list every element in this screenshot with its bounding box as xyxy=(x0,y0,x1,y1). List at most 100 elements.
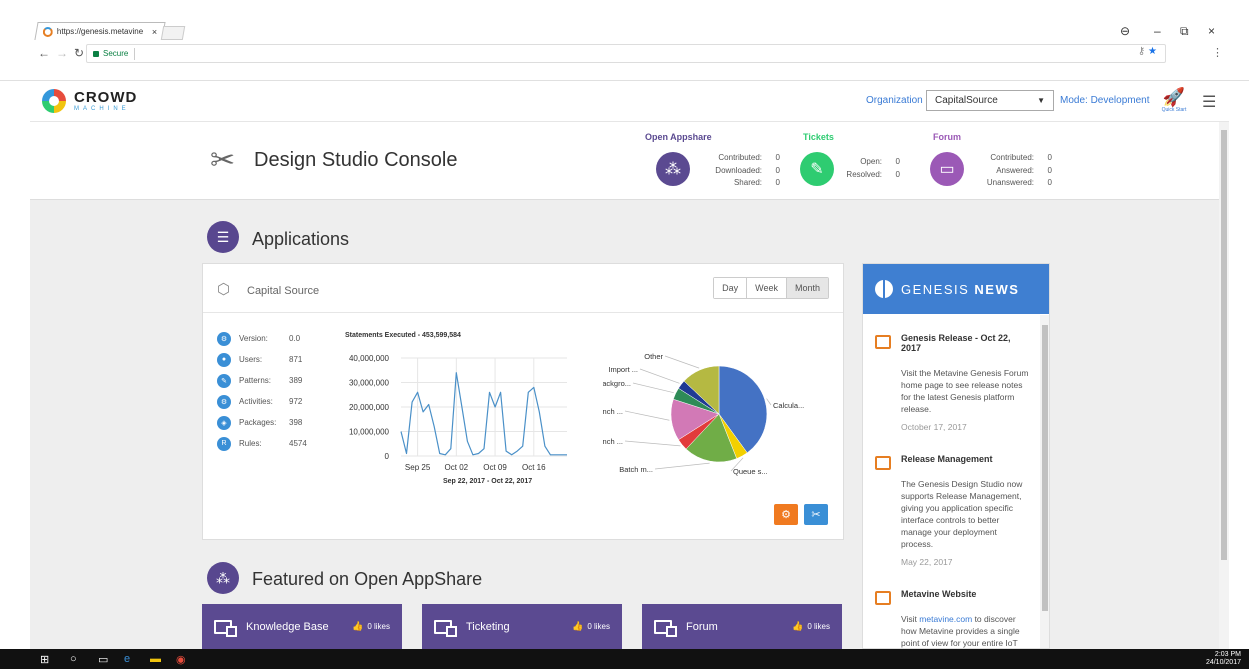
metric-value: 398 xyxy=(289,418,303,427)
design-tools-icon: ✂ xyxy=(210,144,236,177)
news-item-title[interactable]: Release Management xyxy=(901,454,1031,464)
taskbar-clock[interactable]: 2:03 PM 24/10/2017 xyxy=(1206,651,1241,667)
pie-leader xyxy=(654,462,710,470)
tab-close-icon[interactable]: × xyxy=(152,27,157,37)
news-item-text: Visit the Metavine Genesis Forum home pa… xyxy=(901,368,1029,414)
metric-value: 0.0 xyxy=(289,334,301,343)
y-tick-label: 10,000,000 xyxy=(349,428,390,437)
period-week-button[interactable]: Week xyxy=(746,278,786,298)
metric-label: Packages: xyxy=(239,418,277,427)
secure-label: Secure xyxy=(103,49,129,58)
statements-line-chart: 0 10,000,000 20,000,000 30,000,000 40,000,00… xyxy=(349,354,567,472)
tools-action-button[interactable]: ✂ xyxy=(804,504,828,525)
new-tab-button[interactable] xyxy=(160,26,186,40)
pie-leader xyxy=(639,368,680,384)
forward-icon[interactable]: → xyxy=(56,46,68,60)
mode-link[interactable]: Mode: Development xyxy=(1060,95,1150,106)
star-icon[interactable]: ★ xyxy=(1148,46,1157,57)
search-icon[interactable]: ○ xyxy=(70,653,77,665)
monitor-icon xyxy=(434,619,457,637)
appshare-icon[interactable]: ⁂ xyxy=(656,152,690,186)
metric-label: Activities: xyxy=(239,397,273,406)
application-card: ⬡ Capital Source Day Week Month ⚙ Version… xyxy=(202,263,844,540)
quick-start-button[interactable]: 🚀 Quick Start xyxy=(1154,87,1194,113)
pie-label: Queue s... xyxy=(733,467,768,476)
period-month-button[interactable]: Month xyxy=(785,278,828,298)
metavine-link[interactable]: metavine.com xyxy=(919,614,972,624)
metric-value: 871 xyxy=(289,355,303,364)
metric-packages: ◈ Packages: 398 xyxy=(217,412,307,433)
metric-label: Rules: xyxy=(239,439,262,448)
tv-icon xyxy=(875,591,891,605)
featured-card-label: Knowledge Base xyxy=(246,620,329,633)
y-tick-label: 0 xyxy=(385,452,390,461)
forum-chat-icon[interactable]: ▭ xyxy=(930,152,964,186)
console-bar: ✂ Design Studio Console Open Appshare ⁂ … xyxy=(30,122,1219,200)
likes-count[interactable]: 👍 0 likes xyxy=(352,621,390,632)
tickets-heading[interactable]: Tickets xyxy=(803,132,834,142)
app-header: CROWD MACHINE Organization CapitalSource… xyxy=(30,81,1229,122)
stat-label: Downloaded: xyxy=(715,165,762,175)
news-item[interactable]: Metavine Website Visit metavine.com to d… xyxy=(863,589,1039,648)
organization-select[interactable]: CapitalSource ▼ xyxy=(926,90,1054,111)
browser-chrome: https://genesis.metavine × ⊖ – ⧉ × ← → ↻… xyxy=(0,0,1249,81)
hamburger-menu-icon[interactable]: ☰ xyxy=(1202,92,1216,112)
featured-card-label: Forum xyxy=(686,620,718,633)
news-item-title[interactable]: Genesis Release - Oct 22, 2017 xyxy=(901,333,1031,353)
crowd-machine-logo[interactable]: CROWD MACHINE xyxy=(42,89,137,113)
featured-card-forum[interactable]: Forum 👍 0 likes xyxy=(642,604,842,649)
metric-label: Users: xyxy=(239,355,263,364)
news-item-title[interactable]: Metavine Website xyxy=(901,589,1031,599)
news-scrollbar[interactable] xyxy=(1040,315,1049,648)
news-brand-name: GENESIS xyxy=(901,281,970,297)
likes-label: 0 likes xyxy=(367,622,390,631)
account-icon[interactable]: ⊖ xyxy=(1120,24,1130,38)
restore-icon[interactable]: ⧉ xyxy=(1180,24,1189,39)
edge-icon[interactable]: e xyxy=(124,653,130,665)
pie-label: Calcula... xyxy=(773,401,804,410)
file-explorer-icon[interactable]: ▬ xyxy=(150,653,161,665)
y-tick-label: 20,000,000 xyxy=(349,403,390,412)
activity-pie-chart: Calcula... Queue s... Batch m... Launch ...… xyxy=(603,352,804,476)
close-window-icon[interactable]: × xyxy=(1208,24,1215,38)
metavine-favicon-icon xyxy=(42,26,53,37)
metric-patterns: ✎ Patterns: 389 xyxy=(217,370,307,391)
stat-label: Resolved: xyxy=(846,169,882,179)
featured-card-knowledge-base[interactable]: Knowledge Base 👍 0 likes xyxy=(202,604,402,649)
windows-start-icon[interactable]: ⊞ xyxy=(40,653,49,666)
minimize-icon[interactable]: – xyxy=(1154,24,1161,38)
back-icon[interactable]: ← xyxy=(38,46,50,60)
news-item[interactable]: Genesis Release - Oct 22, 2017 Visit the… xyxy=(863,333,1039,432)
news-item[interactable]: Release Management The Genesis Design St… xyxy=(863,454,1039,567)
pie-label: Batch m... xyxy=(619,465,653,474)
period-day-button[interactable]: Day xyxy=(714,278,747,298)
task-view-icon[interactable]: ▭ xyxy=(98,653,108,666)
ticket-icon[interactable]: ✎ xyxy=(800,152,834,186)
metric-rules: R Rules: 4574 xyxy=(217,433,307,454)
pie-leader xyxy=(624,440,681,447)
featured-card-ticketing[interactable]: Ticketing 👍 0 likes xyxy=(422,604,622,649)
reload-icon[interactable]: ↻ xyxy=(74,46,84,60)
browser-menu-icon[interactable]: ⋮ xyxy=(1212,46,1223,59)
open-appshare-heading[interactable]: Open Appshare xyxy=(645,132,712,142)
likes-label: 0 likes xyxy=(587,622,610,631)
monitor-icon xyxy=(214,619,237,637)
stat-label: Open: xyxy=(860,157,882,166)
genesis-logo-icon xyxy=(875,280,893,298)
stat-value: 0 xyxy=(1047,165,1052,175)
browser-tab[interactable]: https://genesis.metavine × xyxy=(34,22,166,40)
news-item-text: Visit metavine.com to discover how Metav… xyxy=(901,613,1031,648)
chrome-icon[interactable]: ◉ xyxy=(176,653,186,666)
news-text-pre: Visit xyxy=(901,614,920,624)
page-scrollbar[interactable] xyxy=(1219,122,1229,649)
news-scrollbar-thumb[interactable] xyxy=(1042,325,1048,611)
x-tick-label: Oct 16 xyxy=(522,463,546,472)
page-scrollbar-thumb[interactable] xyxy=(1221,130,1227,560)
address-bar[interactable]: Secure xyxy=(86,44,1166,63)
settings-action-button[interactable]: ⚙ xyxy=(774,504,798,525)
likes-count[interactable]: 👍 0 likes xyxy=(572,621,610,632)
key-icon[interactable]: ⚷ xyxy=(1138,46,1145,57)
logo-sub-text: MACHINE xyxy=(74,106,130,112)
forum-heading[interactable]: Forum xyxy=(933,132,961,142)
likes-count[interactable]: 👍 0 likes xyxy=(792,621,830,632)
